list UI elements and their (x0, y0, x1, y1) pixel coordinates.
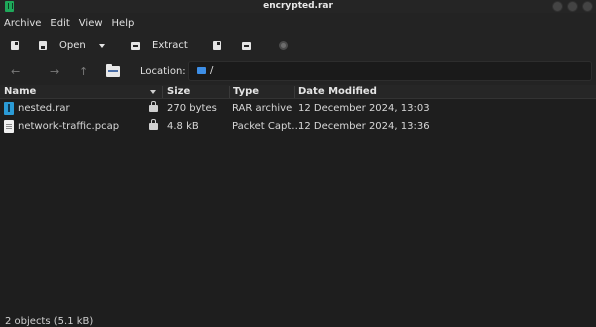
column-size-label: Size (167, 86, 191, 97)
lock-icon (149, 101, 158, 112)
column-size-header[interactable]: Size (163, 85, 229, 99)
column-modified-header[interactable]: Date Modified (294, 85, 596, 99)
close-button[interactable] (582, 1, 593, 12)
add-file-icon (213, 41, 221, 50)
file-modified: 12 December 2024, 13:03 (298, 103, 430, 114)
column-type-label: Type (233, 86, 260, 97)
file-row[interactable]: network-traffic.pcap 4.8 kB Packet Capt…… (0, 118, 596, 136)
location-path: / (210, 65, 214, 76)
home-folder-icon[interactable] (106, 64, 120, 77)
status-text: 2 objects (5.1 kB) (5, 316, 94, 327)
column-name-label: Name (4, 86, 37, 97)
add-folder-icon (242, 41, 251, 50)
file-row[interactable]: nested.rar 270 bytes RAR archive 12 Dece… (0, 100, 596, 118)
column-type-header[interactable]: Type (229, 85, 294, 99)
extract-button[interactable]: Extract (131, 33, 188, 58)
menu-view[interactable]: View (79, 18, 103, 29)
add-files-button[interactable] (213, 33, 221, 58)
forward-arrow-icon[interactable]: → (50, 65, 59, 78)
menu-help[interactable]: Help (112, 18, 135, 29)
toolbar: Open Extract (0, 33, 596, 58)
column-name-header[interactable]: Name (0, 85, 162, 99)
file-type: Packet Capt… (232, 121, 302, 132)
folder-icon (197, 67, 206, 74)
open-archive-icon (39, 41, 47, 50)
file-size: 270 bytes (167, 103, 217, 114)
rar-archive-icon (4, 102, 14, 115)
column-modified-label: Date Modified (298, 86, 377, 97)
title-bar: encrypted.rar (0, 0, 596, 13)
back-arrow-icon[interactable]: ← (11, 65, 20, 78)
chevron-down-icon (99, 43, 105, 48)
menu-edit[interactable]: Edit (50, 18, 69, 29)
file-size: 4.8 kB (167, 121, 199, 132)
file-name: nested.rar (18, 103, 70, 114)
menu-bar: Archive Edit View Help (0, 13, 596, 33)
extract-icon (131, 41, 140, 50)
file-name: network-traffic.pcap (18, 121, 120, 132)
file-list-header: Name Size Type Date Modified (0, 85, 596, 99)
new-document-icon (11, 41, 19, 50)
minimize-button[interactable] (552, 1, 563, 12)
location-field[interactable]: / (188, 61, 592, 81)
stop-button[interactable] (279, 33, 288, 58)
add-folder-button[interactable] (242, 33, 251, 58)
location-label: Location: (140, 66, 186, 77)
pcap-file-icon (4, 120, 14, 133)
up-arrow-icon[interactable]: ↑ (79, 65, 88, 78)
stop-icon (279, 41, 288, 50)
maximize-button[interactable] (567, 1, 578, 12)
window-title: encrypted.rar (263, 1, 333, 11)
menu-archive[interactable]: Archive (4, 18, 41, 29)
open-label: Open (59, 40, 86, 51)
lock-icon (149, 119, 158, 130)
location-bar: ← → ↑ Location: / (0, 58, 596, 85)
file-modified: 12 December 2024, 13:36 (298, 121, 430, 132)
extract-label: Extract (152, 40, 188, 51)
sort-descending-icon (150, 90, 156, 94)
status-bar: 2 objects (5.1 kB) (0, 314, 596, 327)
window-controls (552, 1, 593, 12)
open-dropdown-button[interactable] (99, 33, 105, 58)
new-archive-button[interactable] (11, 33, 19, 58)
open-button[interactable]: Open (39, 33, 86, 58)
file-type: RAR archive (232, 103, 293, 114)
